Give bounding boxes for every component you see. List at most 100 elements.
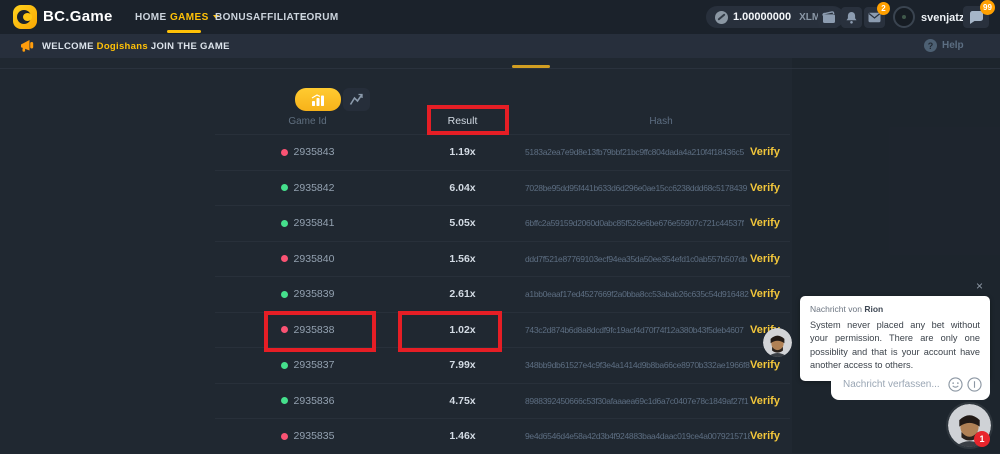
welcome-message: WELCOME Dogishans JOIN THE GAME [42, 41, 230, 52]
bc-game-logo-icon[interactable] [13, 5, 37, 29]
verify-link[interactable]: Verify [750, 288, 790, 300]
hash-value: 743c2d874b6d8a8dcdf9fc19acf4d70f74f12a38… [525, 325, 750, 335]
nav-item-home[interactable]: HOME [135, 12, 167, 23]
result-value: 7.99x [400, 359, 525, 371]
chat-message-text: System never placed any bet without your… [810, 319, 980, 372]
bar-chart-icon [310, 93, 326, 107]
game-id: 2935839 [294, 288, 335, 300]
status-dot [281, 149, 288, 156]
result-value: 5.05x [400, 217, 525, 229]
game-id: 2935843 [294, 146, 335, 158]
result-value: 1.46x [400, 430, 525, 442]
hash-value: 9e4d6546d4e58a42d3b4f924883baa4daac019ce… [525, 431, 750, 441]
status-dot [281, 362, 288, 369]
game-id: 2935836 [294, 395, 335, 407]
nav-item-forum[interactable]: FORUM [300, 12, 339, 23]
verify-link[interactable]: Verify [750, 359, 790, 371]
question-icon: ? [924, 39, 937, 52]
chat-input-bar [831, 369, 990, 400]
header-hash: Hash [525, 116, 750, 127]
game-history-table: Game Id Result Hash 2935843 1.19x 5183a2… [215, 108, 790, 454]
table-row: 2935843 1.19x 5183a2ea7e9d8e13fb79bbf21b… [215, 134, 790, 170]
header-result: Result [400, 115, 525, 127]
hash-value: a1bb0eaaf17ed4527669f2a0bba8cc53abab26c6… [525, 289, 750, 299]
nav-item-bonus[interactable]: BONUS [215, 12, 253, 23]
hash-value: 7028be95dd95f441b633d6d296e0ae15cc6238dd… [525, 183, 750, 193]
emoji-icon[interactable] [948, 377, 963, 392]
table-row: 2935839 2.61x a1bb0eaaf17ed4527669f2a0bb… [215, 276, 790, 312]
status-dot [281, 433, 288, 440]
header-game-id: Game Id [215, 116, 400, 127]
nav-item-games[interactable]: GAMES [170, 12, 219, 23]
chat-sender-name: Rion [864, 304, 883, 314]
active-nav-underline [167, 30, 201, 33]
chat-badge: 99 [980, 0, 995, 15]
result-value: 4.75x [400, 395, 525, 407]
game-id: 2935842 [294, 182, 335, 194]
game-id: 2935835 [294, 430, 335, 442]
verify-link[interactable]: Verify [750, 182, 790, 194]
trend-line-icon [349, 93, 364, 106]
status-dot [281, 291, 288, 298]
result-value: 1.19x [400, 146, 525, 158]
chat-sender-avatar [763, 328, 792, 357]
table-row: 2935840 1.56x ddd7f521e87769103ecf94ea35… [215, 241, 790, 277]
hash-value: 6bffc2a59159d2060d0abc85f526e6be676e5590… [525, 218, 750, 228]
result-value: 1.02x [400, 324, 525, 336]
chat-unread-badge: 1 [974, 431, 990, 447]
verify-link[interactable]: Verify [750, 146, 790, 158]
help-button[interactable]: ? Help [924, 39, 964, 52]
xlm-coin-icon [715, 11, 728, 24]
mail-badge: 2 [877, 2, 890, 15]
welcome-banner: WELCOME Dogishans JOIN THE GAME ? Help [0, 34, 1000, 58]
game-id: 2935840 [294, 253, 335, 265]
game-id: 2935837 [294, 359, 335, 371]
mail-button[interactable]: 2 [864, 7, 885, 28]
welcomed-player-name: Dogishans [97, 41, 148, 52]
wallet-button[interactable] [818, 7, 839, 28]
verify-link[interactable]: Verify [750, 253, 790, 265]
table-header-row: Game Id Result Hash [215, 108, 790, 134]
table-row: 2935841 5.05x 6bffc2a59159d2060d0abc85f5… [215, 205, 790, 241]
status-dot [281, 220, 288, 227]
section-divider [0, 68, 1000, 69]
result-value: 6.04x [400, 182, 525, 194]
verify-link[interactable]: Verify [750, 217, 790, 229]
megaphone-icon [20, 39, 37, 53]
table-row: 2935838 1.02x 743c2d874b6d8a8dcdf9fc19ac… [215, 312, 790, 348]
status-dot [281, 397, 288, 404]
chat-toggle-button[interactable]: 99 [963, 6, 989, 28]
bell-icon [845, 11, 858, 24]
user-avatar[interactable] [893, 6, 915, 28]
hash-value: 348bb9db61527e4c9f3e4a1414d9b8ba66ce8970… [525, 360, 750, 370]
notifications-button[interactable] [841, 7, 862, 28]
nav-item-affiliate[interactable]: AFFILIATE [253, 12, 307, 23]
table-row: 2935836 4.75x 8988392450666c53f30afaaaea… [215, 383, 790, 419]
chat-input[interactable] [843, 379, 944, 390]
status-dot [281, 255, 288, 262]
table-row: 2935837 7.99x 348bb9db61527e4c9f3e4a1414… [215, 347, 790, 383]
table-body: 2935843 1.19x 5183a2ea7e9d8e13fb79bbf21b… [215, 134, 790, 454]
wallet-icon [822, 11, 836, 24]
verify-link[interactable]: Verify [750, 395, 790, 407]
brand-title[interactable]: BC.Game [43, 8, 113, 25]
chat-message-from: Nachricht von Rion [810, 304, 980, 314]
table-row: 2935842 6.04x 7028be95dd95f441b633d6d296… [215, 170, 790, 206]
hash-value: 8988392450666c53f30afaaaea69c1d6a7c0407e… [525, 396, 750, 406]
verify-link[interactable]: Verify [750, 430, 790, 442]
top-nav: BC.Game HOME GAMES BONUS AFFILIATE FORUM… [0, 0, 1000, 34]
person-avatar-image [763, 328, 792, 357]
hash-value: 5183a2ea7e9d8e13fb79bbf21bc9ffc804dada4a… [525, 147, 750, 157]
result-value: 1.56x [400, 253, 525, 265]
attachment-icon[interactable] [967, 377, 982, 392]
game-id: 2935841 [294, 217, 335, 229]
active-tab-indicator [512, 65, 550, 68]
close-icon[interactable]: × [976, 279, 983, 293]
hash-value: ddd7f521e87769103ecf94ea35da50ee354efd1c… [525, 254, 750, 264]
game-id: 2935838 [294, 324, 335, 336]
status-dot [281, 184, 288, 191]
balance-amount: 1.00000000 [733, 11, 791, 23]
table-row: 2935835 1.46x 9e4d6546d4e58a42d3b4f92488… [215, 418, 790, 454]
result-value: 2.61x [400, 288, 525, 300]
status-dot [281, 326, 288, 333]
